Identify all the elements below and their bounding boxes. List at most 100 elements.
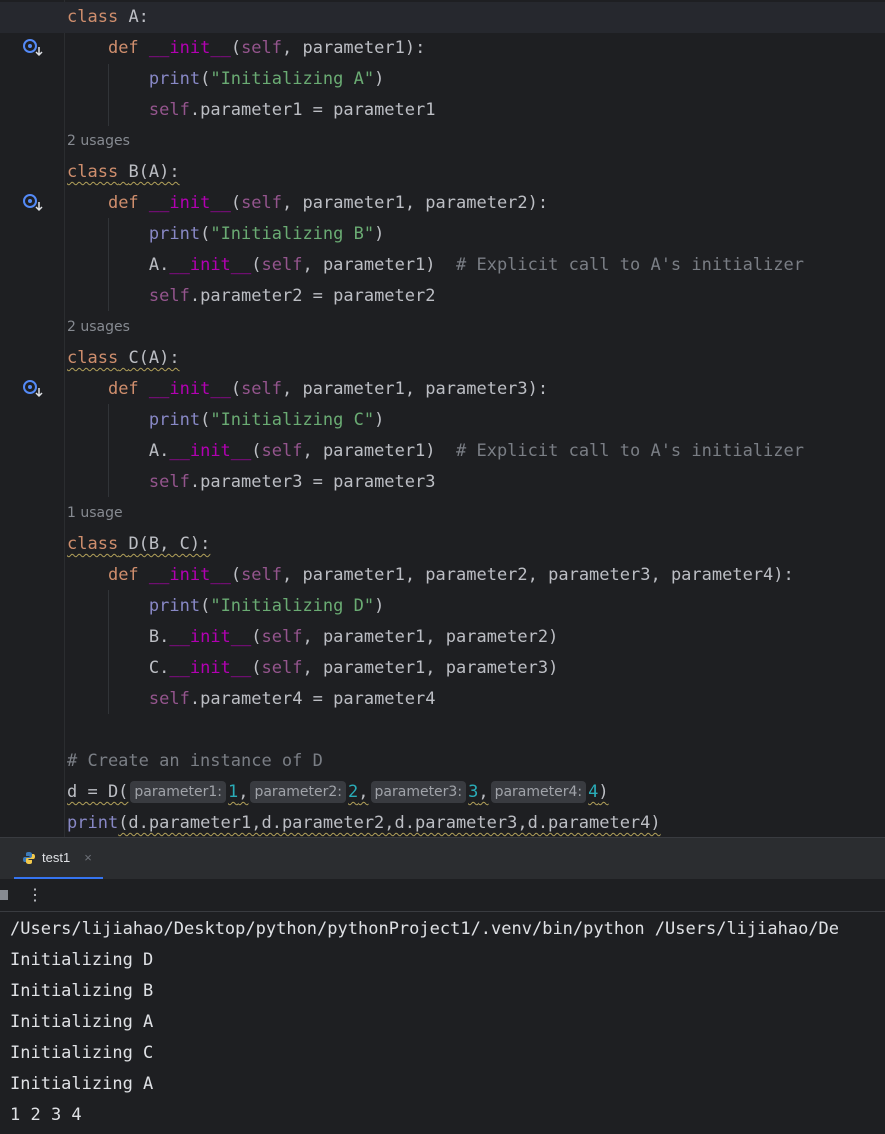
close-icon[interactable]: × <box>84 850 92 865</box>
self-token: self <box>261 441 303 461</box>
code-line[interactable]: # Create an instance of D <box>67 746 323 777</box>
parameter-hint[interactable]: parameter2: <box>250 781 347 803</box>
args: , parameter1) <box>302 255 456 275</box>
parameter-hint[interactable]: parameter4: <box>490 781 587 803</box>
method-name: __init__ <box>148 379 231 399</box>
paren: ( <box>200 410 211 430</box>
method-name: __init__ <box>169 255 252 275</box>
console-output-line: 1 2 3 4 <box>10 1105 82 1125</box>
paren: ( <box>230 565 242 585</box>
code-line[interactable]: d = D(parameter1: 1, parameter2: 2, paramete… <box>67 777 609 808</box>
code-line[interactable]: A.__init__(self, parameter1) # Explicit … <box>67 250 804 281</box>
object-ref: A. <box>148 255 170 275</box>
method-name: __init__ <box>148 565 231 585</box>
self-token: self <box>148 286 190 306</box>
args: , parameter1, parameter2) <box>302 627 559 647</box>
self-token: self <box>148 472 190 492</box>
code-line[interactable]: def __init__(self, parameter1): <box>67 33 425 64</box>
string-literal: "Initializing A" <box>210 69 375 89</box>
console-output-line: Initializing A <box>10 1074 154 1094</box>
stop-icon[interactable] <box>0 890 8 900</box>
run-panel-header: test1 × <box>0 837 885 879</box>
method-name: __init__ <box>148 193 231 213</box>
comment: # Explicit call to A's initializer <box>456 255 804 275</box>
overridden-method-icon[interactable] <box>22 193 44 213</box>
method-name: __init__ <box>169 658 252 678</box>
params: , parameter1, parameter2): <box>282 193 549 213</box>
paren: ) <box>374 410 385 430</box>
number-literal: 2 <box>348 782 359 802</box>
code-line[interactable]: A.__init__(self, parameter1) # Explicit … <box>67 436 804 467</box>
run-tab-test1[interactable]: test1 × <box>14 838 103 879</box>
code-editor[interactable]: class A: def __init__(self, parameter1):… <box>0 0 885 837</box>
paren: ( <box>230 38 242 58</box>
paren: ( <box>200 224 211 244</box>
keyword: def <box>107 193 139 213</box>
usages-hint[interactable]: 2 usages <box>67 126 130 157</box>
parameter-hint[interactable]: parameter1: <box>130 781 226 803</box>
overridden-method-icon[interactable] <box>22 379 44 399</box>
string-literal: "Initializing B" <box>210 224 375 244</box>
code-line[interactable]: B.__init__(self, parameter1, parameter2) <box>67 622 558 653</box>
paren: ( <box>251 627 262 647</box>
comment: # Create an instance of D <box>67 751 323 771</box>
self-token: self <box>261 255 303 275</box>
call-args: (d.parameter1,d.parameter2,d.parameter3,… <box>118 813 661 833</box>
builtin: print <box>148 69 201 89</box>
class-name: B(A): <box>128 162 180 182</box>
builtin: print <box>67 813 119 833</box>
console-output-line: Initializing D <box>10 950 154 970</box>
more-options-icon[interactable]: ⋮ <box>27 883 43 907</box>
console-output-line: Initializing B <box>10 981 154 1001</box>
code-line[interactable]: C.__init__(self, parameter1, parameter3) <box>67 653 558 684</box>
code-line[interactable]: def __init__(self, parameter1, parameter… <box>67 188 548 219</box>
builtin: print <box>148 410 201 430</box>
params: , parameter1, parameter3): <box>282 379 549 399</box>
keyword: def <box>107 379 139 399</box>
gutter-separator <box>64 0 65 837</box>
params: , parameter1, parameter2, parameter3, pa… <box>282 565 794 585</box>
paren: ( <box>251 255 262 275</box>
code-line[interactable]: class D(B, C): <box>67 529 210 560</box>
number-literal: 4 <box>588 782 599 802</box>
builtin: print <box>148 596 201 616</box>
run-panel: test1 × ⋮ /Users/lijiahao/Desktop/python… <box>0 837 885 1134</box>
paren: ( <box>251 658 262 678</box>
overridden-method-icon[interactable] <box>22 38 44 58</box>
tab-label: test1 <box>42 850 71 865</box>
self-token: self <box>261 627 303 647</box>
console-output-line: /Users/lijiahao/Desktop/python/pythonPro… <box>10 919 840 939</box>
code-line[interactable]: self.parameter1 = parameter1 <box>67 95 436 126</box>
code-line[interactable]: class A: <box>0 2 885 33</box>
code-line[interactable]: class B(A): <box>67 157 180 188</box>
code-line[interactable]: print(d.parameter1,d.parameter2,d.parame… <box>67 808 661 837</box>
code-line[interactable]: class C(A): <box>67 343 180 374</box>
code-line[interactable]: self.parameter2 = parameter2 <box>67 281 436 312</box>
self-token: self <box>241 565 283 585</box>
console-output-line: Initializing A <box>10 1012 154 1032</box>
code-line[interactable]: print("Initializing A") <box>67 64 384 95</box>
method-name: __init__ <box>169 627 252 647</box>
code-line[interactable]: def __init__(self, parameter1, parameter… <box>67 374 548 405</box>
code-line[interactable]: print("Initializing B") <box>67 219 384 250</box>
self-token: self <box>148 100 190 120</box>
paren: ) <box>374 596 385 616</box>
code-line[interactable]: def __init__(self, parameter1, parameter… <box>67 560 794 591</box>
class-name: D(B, C): <box>128 534 211 554</box>
keyword: class <box>67 534 119 554</box>
usages-hint[interactable]: 1 usage <box>67 498 123 529</box>
code-line[interactable]: print("Initializing D") <box>67 591 384 622</box>
code-line[interactable]: self.parameter4 = parameter4 <box>67 684 436 715</box>
self-token: self <box>241 193 283 213</box>
parameter-hint[interactable]: parameter3: <box>370 781 467 803</box>
paren: ( <box>200 69 211 89</box>
object-ref: C. <box>148 658 170 678</box>
paren: ( <box>230 379 242 399</box>
code-line[interactable]: print("Initializing C") <box>67 405 384 436</box>
self-token: self <box>148 689 190 709</box>
keyword: def <box>107 38 139 58</box>
args: , parameter1, parameter3) <box>302 658 559 678</box>
usages-hint[interactable]: 2 usages <box>67 312 130 343</box>
code-line[interactable]: self.parameter3 = parameter3 <box>67 467 436 498</box>
self-token: self <box>241 38 283 58</box>
